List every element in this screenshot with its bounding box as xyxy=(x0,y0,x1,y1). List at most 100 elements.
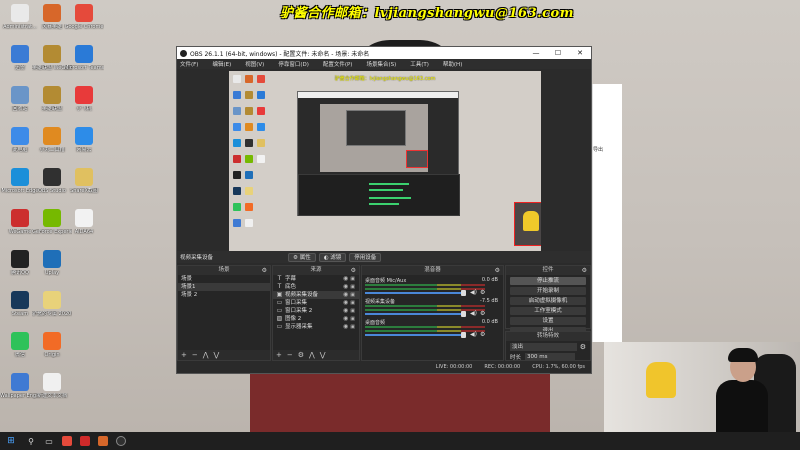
obs-titlebar[interactable]: OBS 26.1.1 (64-bit, windows) - 配置文件: 未命名… xyxy=(177,47,591,59)
volume-slider[interactable] xyxy=(365,292,463,294)
mute-speaker-icon[interactable]: ◀) xyxy=(470,289,477,296)
visibility-eye-icon[interactable]: ◉ xyxy=(343,307,348,315)
menu-view[interactable]: 视图(V) xyxy=(245,60,264,68)
volume-slider-handle[interactable] xyxy=(461,332,466,338)
move-up-icon[interactable]: ⋀ xyxy=(309,351,315,359)
menu-file[interactable]: 文件(F) xyxy=(180,60,198,68)
volume-slider[interactable] xyxy=(365,334,463,336)
desktop-icon[interactable]: Uplay xyxy=(32,250,72,276)
desktop-icon[interactable]: AIDA64 xyxy=(64,209,104,235)
obs-preview[interactable] xyxy=(229,71,541,253)
visibility-eye-icon[interactable]: ◉ xyxy=(343,299,348,307)
source-name: 底色 xyxy=(285,284,297,290)
menu-tools[interactable]: 工具(T) xyxy=(410,60,429,68)
duration-input[interactable]: 300 ms xyxy=(525,353,576,361)
dock-menu-icon[interactable]: ⚙ xyxy=(351,266,356,275)
properties-label: 属性 xyxy=(299,254,311,261)
close-button[interactable]: ✕ xyxy=(569,49,591,57)
menu-help[interactable]: 帮助(H) xyxy=(443,60,462,68)
desktop-icon[interactable]: ShareX截图 xyxy=(64,168,104,194)
desktop-icon[interactable]: 网易云 xyxy=(64,127,104,153)
lock-icon[interactable]: ▣ xyxy=(350,283,355,291)
menu-profile[interactable]: 配置文件(P) xyxy=(323,60,353,68)
volume-meter xyxy=(365,309,485,311)
mixer-channel: 桌面音频 Mic/Aux 0.0 dB ◀) ⚙ xyxy=(362,275,503,296)
source-item[interactable]: ▭ 显示器采集 ◉ ▣ xyxy=(273,323,359,331)
visibility-eye-icon[interactable]: ◉ xyxy=(343,283,348,291)
mute-speaker-icon[interactable]: ◀) xyxy=(470,310,477,317)
menu-scene-collection[interactable]: 场景集合(S) xyxy=(366,60,396,68)
lock-icon[interactable]: ▣ xyxy=(350,323,355,331)
desktop-icon[interactable]: 小飞机 xyxy=(64,86,104,112)
visibility-eye-icon[interactable]: ◉ xyxy=(343,291,348,299)
transition-select[interactable]: 淡出 xyxy=(510,343,577,351)
dock-menu-icon[interactable]: ⚙ xyxy=(495,266,500,275)
add-source-icon[interactable]: + xyxy=(276,351,282,359)
scene-item[interactable]: 场景1 xyxy=(178,283,270,291)
source-item[interactable]: ▭ 窗口采集 ◉ ▣ xyxy=(273,299,359,307)
channel-settings-icon[interactable]: ⚙ xyxy=(480,289,485,296)
volume-slider[interactable] xyxy=(365,313,463,315)
move-down-icon[interactable]: ⋁ xyxy=(320,351,326,359)
source-item[interactable]: ▭ 窗口采集 2 ◉ ▣ xyxy=(273,307,359,315)
source-item[interactable]: T 底色 ◉ ▣ xyxy=(273,283,359,291)
control-button[interactable]: 设置 xyxy=(510,317,586,325)
visibility-eye-icon[interactable]: ◉ xyxy=(343,275,348,283)
deactivate-button[interactable]: 停用设备 xyxy=(349,252,382,262)
desktop-icon[interactable]: Microsoft Teams xyxy=(64,45,104,71)
preview-desktop-icon xyxy=(245,219,253,227)
control-button[interactable]: 开始录制 xyxy=(510,287,586,295)
channel-settings-icon[interactable]: ⚙ xyxy=(480,310,485,317)
scene-item[interactable]: 场景 xyxy=(178,275,270,283)
filters-button[interactable]: ◐ 滤镜 xyxy=(318,252,347,262)
netease-music-icon[interactable] xyxy=(80,436,90,446)
visibility-eye-icon[interactable]: ◉ xyxy=(343,315,348,323)
move-up-icon[interactable]: ⋀ xyxy=(203,351,209,359)
lock-icon[interactable]: ▣ xyxy=(350,307,355,315)
remove-scene-icon[interactable]: − xyxy=(192,351,198,359)
control-button[interactable]: 停止推流 xyxy=(510,277,586,285)
desktop-icon[interactable]: Google Chrome xyxy=(64,4,104,30)
dock-menu-icon[interactable]: ⚙ xyxy=(262,266,267,275)
webcam-source-overlay[interactable] xyxy=(514,202,541,246)
game-icon[interactable] xyxy=(98,436,108,446)
filters-label: 滤镜 xyxy=(330,254,342,261)
menu-docks[interactable]: 停靠窗口(D) xyxy=(278,60,309,68)
lock-icon[interactable]: ▣ xyxy=(350,291,355,299)
source-properties-icon[interactable]: ⚙ xyxy=(298,351,304,359)
lock-icon[interactable]: ▣ xyxy=(350,275,355,283)
obs-icon[interactable] xyxy=(116,436,126,446)
lock-icon[interactable]: ▣ xyxy=(350,299,355,307)
move-down-icon[interactable]: ⋁ xyxy=(214,351,220,359)
menu-edit[interactable]: 编辑(E) xyxy=(212,60,231,68)
transition-settings-icon[interactable]: ⚙ xyxy=(580,343,586,351)
dock-menu-icon[interactable]: ⚙ xyxy=(582,266,587,275)
task-view-icon[interactable]: ▭ xyxy=(40,437,58,446)
minimize-button[interactable]: — xyxy=(525,49,547,57)
source-item[interactable]: ▣ 视频采集设备 ◉ ▣ xyxy=(273,291,359,299)
desktop-icon[interactable]: 新建文本文档 xyxy=(32,373,72,399)
source-toolbar: 视频采集设备 ⚙ 属性 ◐ 滤镜 停用设备 xyxy=(177,251,591,263)
maximize-button[interactable]: ☐ xyxy=(547,49,569,57)
channel-settings-icon[interactable]: ⚙ xyxy=(480,331,485,338)
desktop-icon[interactable]: Origin xyxy=(32,332,72,358)
scene-item[interactable]: 场景 2 xyxy=(178,291,270,299)
nested-obs-preview xyxy=(320,104,428,172)
add-scene-icon[interactable]: + xyxy=(181,351,187,359)
source-item[interactable]: ▨ 图像 2 ◉ ▣ xyxy=(273,315,359,323)
lock-icon[interactable]: ▣ xyxy=(350,315,355,323)
background-window-edge[interactable]: 导出 xyxy=(592,84,622,342)
desktop-icon[interactable]: 驴酱的专属 2020.2.14 xyxy=(32,291,72,317)
source-item[interactable]: T 字幕 ◉ ▣ xyxy=(273,275,359,283)
chrome-icon[interactable] xyxy=(62,436,72,446)
source-type-icon: ▭ xyxy=(276,299,283,306)
properties-button[interactable]: ⚙ 属性 xyxy=(288,252,316,262)
transitions-dock: 转场特效 淡出 ⚙ 时长 300 ms xyxy=(505,331,591,361)
remove-source-icon[interactable]: − xyxy=(287,351,293,359)
mute-speaker-icon[interactable]: ◀) xyxy=(470,331,477,338)
search-icon[interactable]: ⚲ xyxy=(22,437,40,446)
control-button[interactable]: 工作室模式 xyxy=(510,307,586,315)
control-button[interactable]: 启动虚拟摄像机 xyxy=(510,297,586,305)
windows-start-icon[interactable]: ⊞ xyxy=(0,436,22,446)
visibility-eye-icon[interactable]: ◉ xyxy=(343,323,348,331)
